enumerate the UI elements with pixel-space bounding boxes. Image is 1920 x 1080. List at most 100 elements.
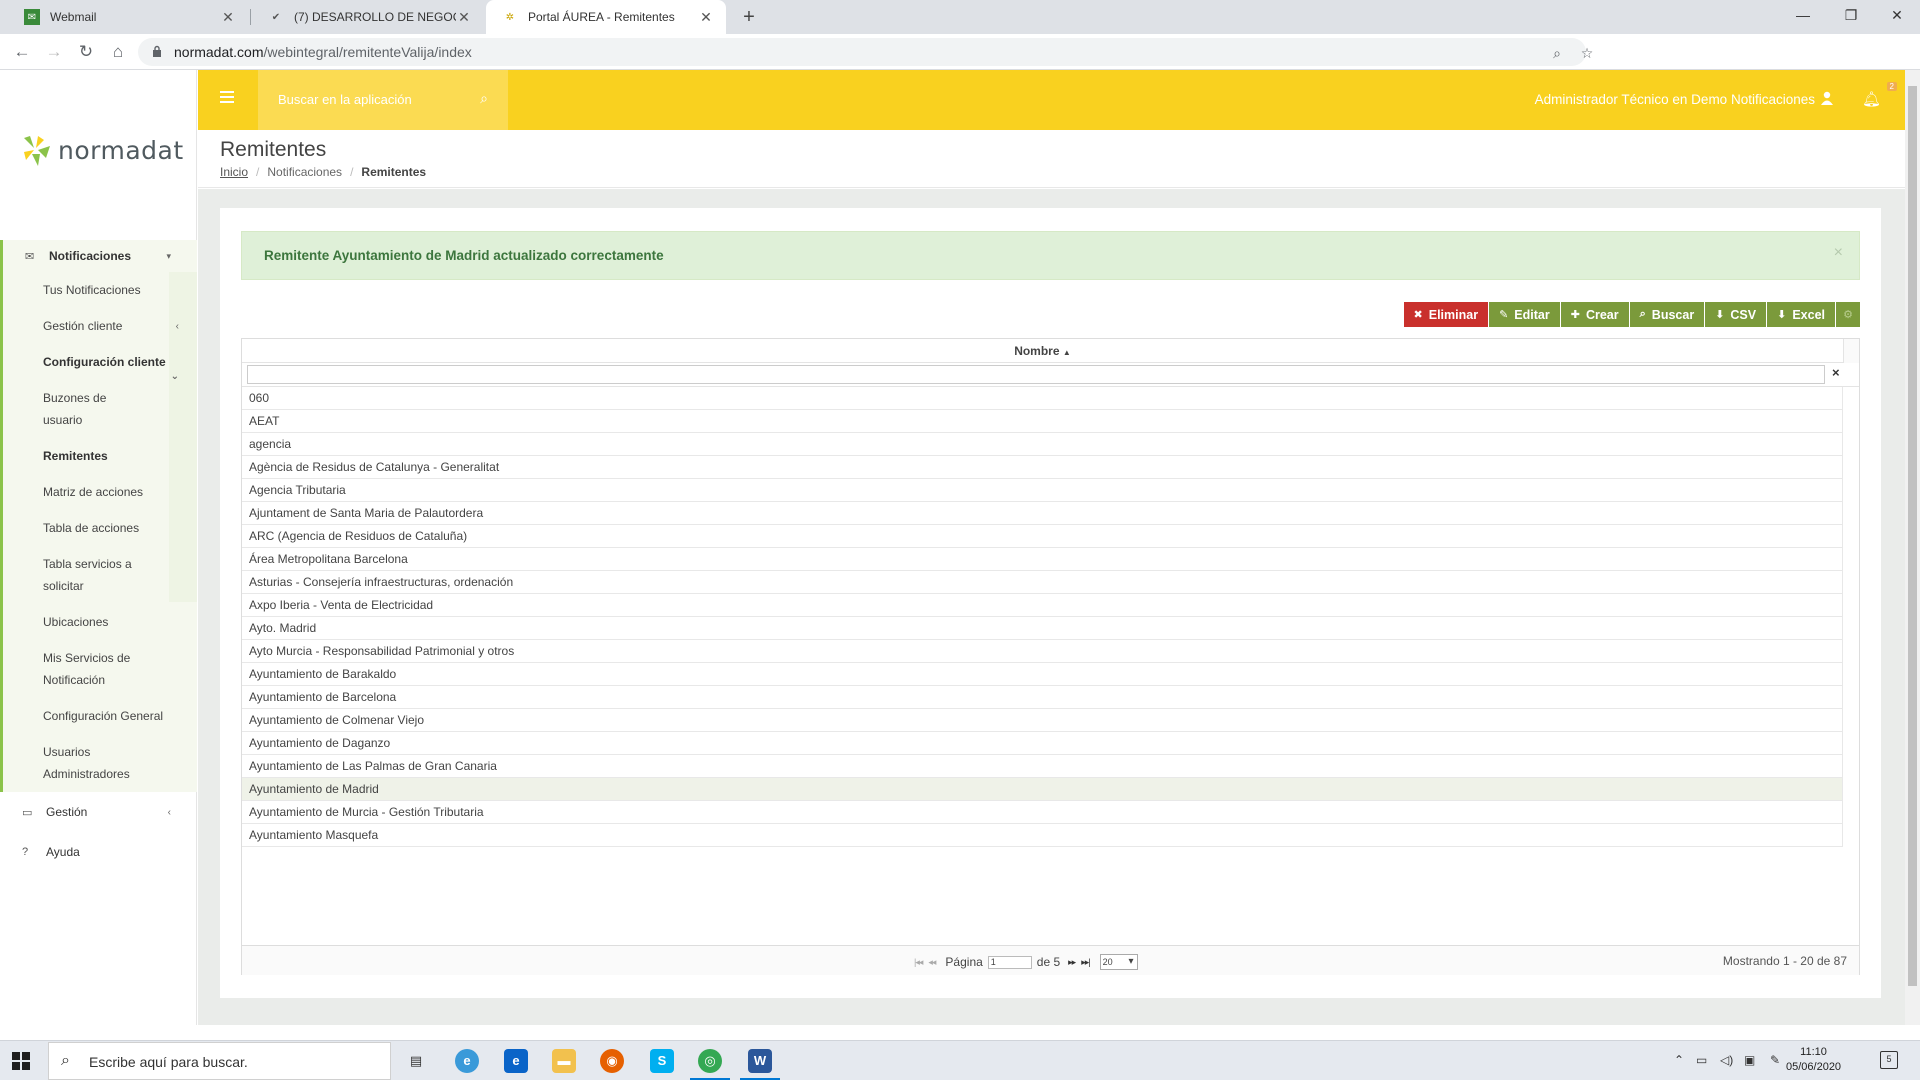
- delete-button[interactable]: ✖ Eliminar: [1403, 302, 1489, 327]
- taskbar-search-input[interactable]: ⌕ Escribe aquí para buscar.: [48, 1042, 391, 1080]
- network-icon[interactable]: ▣: [1744, 1053, 1755, 1067]
- tab-webmail[interactable]: ✉ Webmail ✕: [8, 0, 248, 34]
- tab-desarrollo[interactable]: ✔ (7) DESARROLLO DE NEGOCIO - ✕: [252, 0, 484, 34]
- sidebar-item-ayuda[interactable]: ? Ayuda: [0, 832, 197, 872]
- pen-icon[interactable]: ✎: [1770, 1053, 1780, 1067]
- user-icon[interactable]: [1821, 91, 1833, 105]
- table-row[interactable]: Ayuntamiento de Barcelona: [242, 686, 1843, 709]
- nombre-filter-input[interactable]: [247, 365, 1825, 384]
- close-tab-icon[interactable]: ✕: [220, 9, 236, 26]
- table-row[interactable]: Ayuntamiento de Las Palmas de Gran Canar…: [242, 755, 1843, 778]
- table-row[interactable]: Ayto Murcia - Responsabilidad Patrimonia…: [242, 640, 1843, 663]
- search-button[interactable]: ⌕ Buscar: [1629, 302, 1705, 327]
- page-size-select[interactable]: 20: [1099, 954, 1138, 970]
- address-bar[interactable]: normadat.com/webintegral/remitenteValija…: [138, 38, 1593, 66]
- edit-button[interactable]: ✎ Editar: [1489, 302, 1560, 327]
- windows-start-icon[interactable]: [12, 1052, 30, 1070]
- sidebar-item-configuracion-cliente[interactable]: Configuración cliente ⌄: [3, 344, 197, 382]
- restore-button[interactable]: ❐: [1828, 0, 1874, 30]
- last-page-icon[interactable]: ▸▸|: [1081, 957, 1090, 968]
- first-page-icon[interactable]: |◂◂: [914, 957, 923, 968]
- tab-portal-aurea[interactable]: ✲ Portal ÁUREA - Remitentes ✕: [486, 0, 726, 34]
- clear-filter-icon[interactable]: ×: [1832, 365, 1840, 380]
- excel-button[interactable]: ⬇ Excel: [1767, 302, 1835, 327]
- home-icon[interactable]: ⌂: [106, 40, 130, 64]
- volume-icon[interactable]: ◁): [1720, 1053, 1733, 1067]
- sidebar-item-tabla-acciones[interactable]: Tabla de acciones: [3, 510, 197, 546]
- sidebar-item-ubicaciones[interactable]: Ubicaciones: [3, 604, 197, 640]
- table-row[interactable]: ARC (Agencia de Residuos de Cataluña): [242, 525, 1843, 548]
- table-row[interactable]: Ayuntamiento Masquefa: [242, 824, 1843, 847]
- sidebar-item-buzones[interactable]: Buzones de usuario: [3, 380, 197, 438]
- csv-button[interactable]: ⬇ CSV: [1705, 302, 1767, 327]
- column-header-nombre[interactable]: Nombre ▲: [242, 339, 1843, 363]
- table-row[interactable]: Ayuntamiento de Madrid: [242, 778, 1843, 801]
- new-tab-button[interactable]: +: [736, 4, 762, 30]
- search-icon[interactable]: ⌕: [480, 90, 488, 107]
- battery-icon[interactable]: ▭: [1696, 1053, 1707, 1067]
- skype-app-icon[interactable]: S: [650, 1049, 674, 1073]
- reload-icon[interactable]: ↻: [74, 40, 98, 64]
- close-alert-icon[interactable]: ×: [1834, 244, 1843, 262]
- alert-message: Remitente Ayuntamiento de Madrid actuali…: [264, 248, 664, 263]
- back-icon[interactable]: ←: [10, 40, 34, 64]
- taskbar-clock[interactable]: 11:10 05/06/2020: [1786, 1045, 1841, 1075]
- sidebar-item-tus-notificaciones[interactable]: Tus Notificaciones: [3, 272, 197, 308]
- table-row[interactable]: Ayto. Madrid: [242, 617, 1843, 640]
- show-hidden-icons-icon[interactable]: ⌃: [1674, 1053, 1684, 1067]
- create-button[interactable]: ✚ Crear: [1560, 302, 1629, 327]
- table-row[interactable]: Ajuntament de Santa Maria de Palautorder…: [242, 502, 1843, 525]
- close-window-button[interactable]: ✕: [1874, 0, 1920, 30]
- table-row[interactable]: Área Metropolitana Barcelona: [242, 548, 1843, 571]
- sidebar-item-matriz-acciones[interactable]: Matriz de acciones: [3, 474, 197, 510]
- sidebar-item-usuarios-administradores[interactable]: Usuarios Administradores: [3, 734, 197, 792]
- zoom-icon[interactable]: ⌕: [1548, 44, 1566, 62]
- success-alert: Remitente Ayuntamiento de Madrid actuali…: [241, 231, 1860, 280]
- close-tab-icon[interactable]: ✕: [456, 9, 472, 26]
- table-row[interactable]: Ayuntamiento de Barakaldo: [242, 663, 1843, 686]
- table-row[interactable]: Axpo Iberia - Venta de Electricidad: [242, 594, 1843, 617]
- table-row[interactable]: Ayuntamiento de Daganzo: [242, 732, 1843, 755]
- firefox-app-icon[interactable]: ◉: [600, 1049, 624, 1073]
- edit-icon: ✎: [1499, 309, 1509, 321]
- sidebar-item-remitentes[interactable]: Remitentes: [3, 438, 197, 474]
- ie-app-icon[interactable]: e: [455, 1049, 479, 1073]
- normadat-logo[interactable]: normadat: [20, 132, 184, 168]
- table-row[interactable]: 060: [242, 387, 1843, 410]
- breadcrumb-home-link[interactable]: Inicio: [220, 165, 248, 179]
- table-row[interactable]: AEAT: [242, 410, 1843, 433]
- table-row[interactable]: Asturias - Consejería infraestructuras, …: [242, 571, 1843, 594]
- question-icon: ?: [22, 846, 29, 858]
- table-row[interactable]: Agencia Tributaria: [242, 479, 1843, 502]
- forward-icon[interactable]: →: [42, 40, 66, 64]
- next-page-icon[interactable]: ▸▸: [1068, 957, 1076, 968]
- sidebar-nav: ✉ Notificaciones ▾ Tus Notificaciones Ge…: [0, 240, 197, 872]
- sidebar-item-gestion-cliente[interactable]: Gestión cliente ‹: [3, 308, 197, 344]
- minimize-button[interactable]: —: [1780, 0, 1826, 30]
- action-center-icon[interactable]: 5: [1880, 1051, 1898, 1069]
- bookmark-star-icon[interactable]: ☆: [1578, 44, 1596, 62]
- task-view-icon[interactable]: ▤: [404, 1049, 428, 1073]
- table-row[interactable]: Agència de Residus de Catalunya - Genera…: [242, 456, 1843, 479]
- table-row[interactable]: Ayuntamiento de Murcia - Gestión Tributa…: [242, 801, 1843, 824]
- edge-app-icon[interactable]: e: [504, 1049, 528, 1073]
- hamburger-menu-icon[interactable]: [220, 91, 234, 103]
- file-explorer-icon[interactable]: ▬: [552, 1049, 576, 1073]
- prev-page-icon[interactable]: ◂◂: [928, 957, 936, 968]
- sidebar-section-notificaciones[interactable]: ✉ Notificaciones ▾: [0, 240, 197, 272]
- sidebar-item-tabla-servicios[interactable]: Tabla servicios a solicitar: [3, 546, 197, 604]
- chrome-app-icon[interactable]: ◎: [698, 1049, 722, 1073]
- table-row[interactable]: agencia: [242, 433, 1843, 456]
- table-row[interactable]: Ayuntamiento de Colmenar Viejo: [242, 709, 1843, 732]
- sidebar-item-configuracion-general[interactable]: Configuración General: [3, 698, 197, 734]
- close-tab-icon[interactable]: ✕: [698, 9, 714, 26]
- gear-icon[interactable]: ⚙: [1836, 302, 1860, 327]
- word-app-icon[interactable]: W: [748, 1049, 772, 1073]
- page-scrollbar[interactable]: [1905, 70, 1920, 1025]
- app-search-input[interactable]: Buscar en la aplicación ⌕: [258, 70, 508, 130]
- page-number-input[interactable]: 1: [987, 955, 1032, 969]
- user-label[interactable]: Administrador Técnico en Demo Notificaci…: [1535, 92, 1815, 107]
- sidebar-item-gestion[interactable]: ▭ Gestión ‹: [0, 792, 197, 832]
- bell-icon[interactable]: 🔔︎: [1862, 90, 1881, 108]
- sidebar-item-mis-servicios[interactable]: Mis Servicios de Notificación: [3, 640, 197, 698]
